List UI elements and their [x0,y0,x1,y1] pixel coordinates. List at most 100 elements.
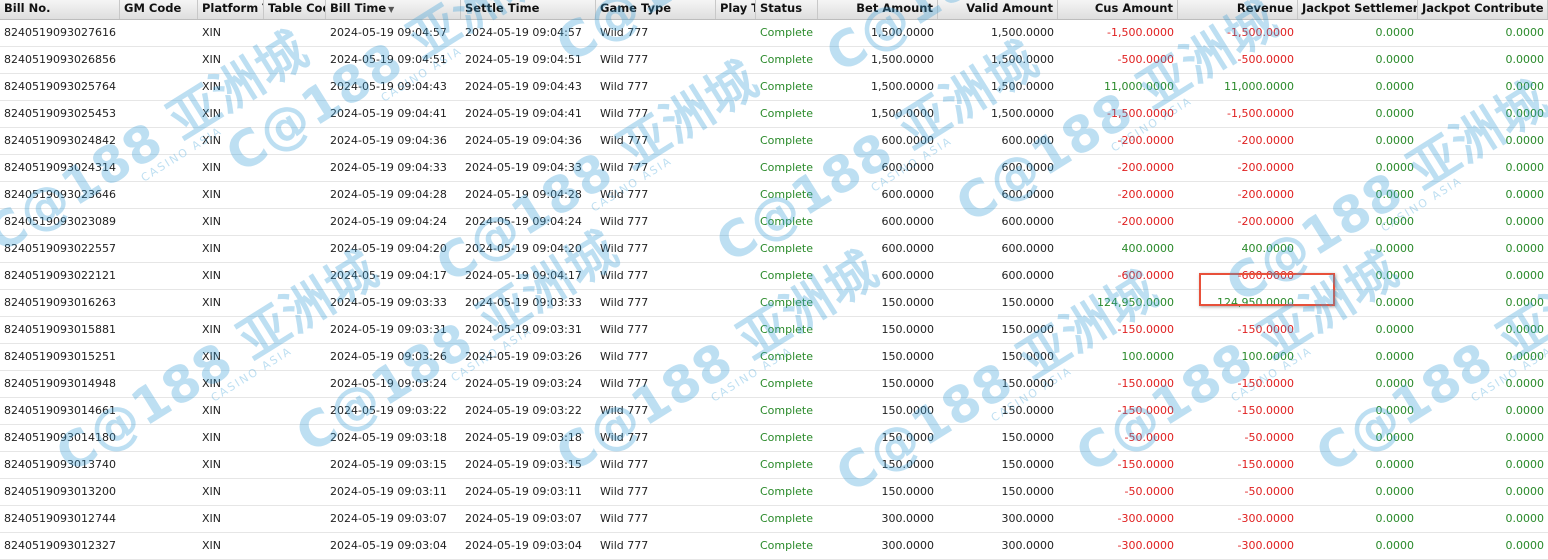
cell-table-code [264,452,326,477]
cell-platform-type: XIN [202,53,222,66]
cell-jackpot-contribute: 0.0000 [1505,512,1545,525]
table-row[interactable]: 8240519093012327 XIN 2024-05-19 09:03:04 20… [0,533,1548,560]
cell-play-type [716,236,756,261]
cell-play-type [716,533,756,558]
table-row[interactable]: 8240519093022557 XIN 2024-05-19 09:04:20 20… [0,236,1548,263]
table-row[interactable]: 8240519093014661 XIN 2024-05-19 09:03:22 20… [0,398,1548,425]
table-row[interactable]: 8240519093024842 XIN 2024-05-19 09:04:36 20… [0,128,1548,155]
cell-revenue: -300.0000 [1237,512,1294,525]
cell-gm-code [120,479,198,504]
table-row[interactable]: 8240519093023089 XIN 2024-05-19 09:04:24 20… [0,209,1548,236]
table-row[interactable]: 8240519093023646 XIN 2024-05-19 09:04:28 20… [0,182,1548,209]
cell-gm-code [120,182,198,207]
cell-bill-no: 8240519093027616 [4,26,116,39]
table-row[interactable]: 8240519093026856 XIN 2024-05-19 09:04:51 20… [0,47,1548,74]
cell-bill-time: 2024-05-19 09:03:07 [330,512,447,525]
cell-jackpot-contribute: 0.0000 [1505,107,1545,120]
column-header-platform-type[interactable]: Platform T [198,0,264,19]
cell-table-code [264,290,326,315]
cell-settle-time: 2024-05-19 09:04:20 [465,242,582,255]
column-header-play-type[interactable]: Play Ty [716,0,756,19]
cell-gm-code [120,20,198,45]
column-header-label: GM Code [124,1,182,15]
cell-cus-amount: -300.0000 [1117,512,1174,525]
table-row[interactable]: 8240519093014948 XIN 2024-05-19 09:03:24 20… [0,371,1548,398]
cell-bill-no: 8240519093014180 [4,431,116,444]
cell-gm-code [120,452,198,477]
column-header-label: Bet Amount [856,1,933,15]
cell-cus-amount: -200.0000 [1117,134,1174,147]
cell-bill-no: 8240519093023089 [4,215,116,228]
table-row[interactable]: 8240519093027616 XIN 2024-05-19 09:04:57 20… [0,20,1548,47]
column-header-cus-amount[interactable]: Cus Amount [1058,0,1178,19]
column-header-jackpot-contribute[interactable]: Jackpot Contribute [1418,0,1548,19]
table-row[interactable]: 8240519093015881 XIN 2024-05-19 09:03:31 20… [0,317,1548,344]
cell-revenue: -500.0000 [1237,53,1294,66]
cell-status: Complete [760,539,814,552]
cell-bet-amount: 600.0000 [881,188,935,201]
cell-gm-code [120,101,198,126]
cell-revenue: -1,500.0000 [1227,26,1294,39]
cell-valid-amount: 150.0000 [1001,431,1055,444]
cell-cus-amount: -1,500.0000 [1107,107,1174,120]
column-header-bet-amount[interactable]: Bet Amount [818,0,938,19]
table-row[interactable]: 8240519093013200 XIN 2024-05-19 09:03:11 20… [0,479,1548,506]
cell-game-type: Wild 777 [600,269,649,282]
column-header-jackpot-settlement[interactable]: Jackpot Settlement [1298,0,1418,19]
column-header-label: Cus Amount [1094,1,1173,15]
table-row[interactable]: 8240519093024314 XIN 2024-05-19 09:04:33 20… [0,155,1548,182]
column-header-bill-no[interactable]: Bill No. [0,0,120,19]
cell-table-code [264,398,326,423]
table-row[interactable]: 8240519093025453 XIN 2024-05-19 09:04:41 20… [0,101,1548,128]
cell-bill-no: 8240519093014661 [4,404,116,417]
cell-play-type [716,452,756,477]
column-header-status[interactable]: Status [756,0,818,19]
cell-settle-time: 2024-05-19 09:04:57 [465,26,582,39]
cell-settle-time: 2024-05-19 09:04:51 [465,53,582,66]
cell-game-type: Wild 777 [600,107,649,120]
cell-table-code [264,371,326,396]
cell-cus-amount: -1,500.0000 [1107,26,1174,39]
cell-settle-time: 2024-05-19 09:04:24 [465,215,582,228]
cell-valid-amount: 150.0000 [1001,458,1055,471]
table-row[interactable]: 8240519093025764 XIN 2024-05-19 09:04:43 20… [0,74,1548,101]
column-header-label: Game Type [600,1,671,15]
column-header-game-type[interactable]: Game Type [596,0,716,19]
table-row[interactable]: 8240519093012744 XIN 2024-05-19 09:03:07 20… [0,506,1548,533]
cell-jackpot-settlement: 0.0000 [1375,350,1415,363]
cell-bill-time: 2024-05-19 09:03:33 [330,296,447,309]
cell-bill-no: 8240519093012744 [4,512,116,525]
cell-game-type: Wild 777 [600,377,649,390]
cell-bill-time: 2024-05-19 09:04:17 [330,269,447,282]
grid-body: 8240519093027616 XIN 2024-05-19 09:04:57 20… [0,20,1548,560]
cell-gm-code [120,533,198,558]
cell-table-code [264,209,326,234]
column-header-bill-time[interactable]: Bill Time ▼ [326,0,461,19]
cell-gm-code [120,155,198,180]
bet-records-grid: Bill No. GM Code Platform TTable CodeBill … [0,0,1548,560]
cell-cus-amount: -150.0000 [1117,458,1174,471]
cell-jackpot-contribute: 0.0000 [1505,161,1545,174]
column-header-revenue[interactable]: Revenue [1178,0,1298,19]
column-header-table-code[interactable]: Table Code [264,0,326,19]
cell-table-code [264,479,326,504]
column-header-settle-time[interactable]: Settle Time [461,0,596,19]
cell-bill-time: 2024-05-19 09:03:11 [330,485,447,498]
cell-play-type [716,101,756,126]
cell-status: Complete [760,458,814,471]
table-row[interactable]: 8240519093016263 XIN 2024-05-19 09:03:33 20… [0,290,1548,317]
column-header-gm-code[interactable]: GM Code [120,0,198,19]
table-row[interactable]: 8240519093022121 XIN 2024-05-19 09:04:17 20… [0,263,1548,290]
table-row[interactable]: 8240519093014180 XIN 2024-05-19 09:03:18 20… [0,425,1548,452]
cell-jackpot-settlement: 0.0000 [1375,431,1415,444]
cell-table-code [264,128,326,153]
cell-bill-time: 2024-05-19 09:04:36 [330,134,447,147]
cell-status: Complete [760,53,814,66]
table-row[interactable]: 8240519093013740 XIN 2024-05-19 09:03:15 20… [0,452,1548,479]
cell-jackpot-settlement: 0.0000 [1375,188,1415,201]
cell-status: Complete [760,296,814,309]
column-header-valid-amount[interactable]: Valid Amount [938,0,1058,19]
column-header-label: Platform T [202,1,264,15]
cell-bet-amount: 300.0000 [881,512,935,525]
table-row[interactable]: 8240519093015251 XIN 2024-05-19 09:03:26 20… [0,344,1548,371]
